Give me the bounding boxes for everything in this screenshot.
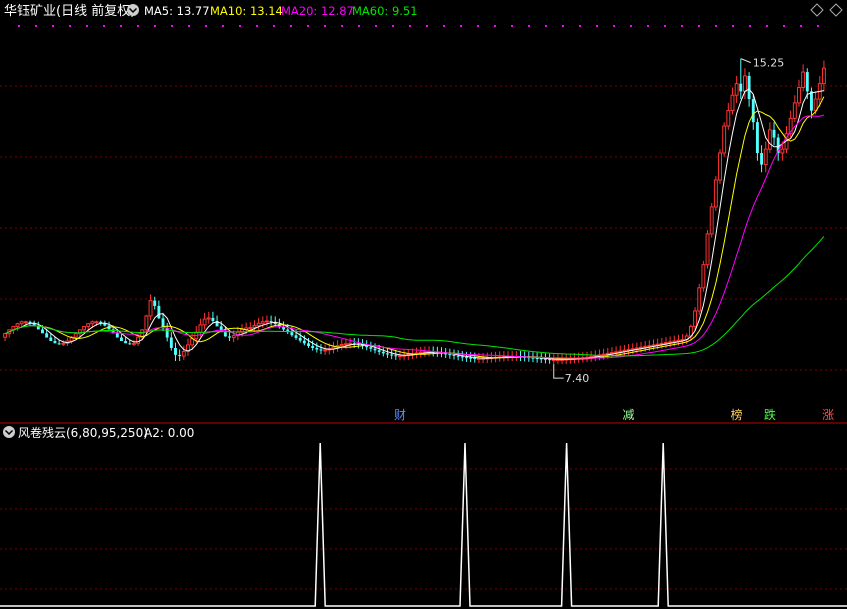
dot-marker	[273, 25, 275, 27]
dot-marker	[511, 25, 513, 27]
dot-marker	[375, 25, 377, 27]
event-marker[interactable]: 榜	[731, 407, 743, 422]
dot-marker	[681, 25, 683, 27]
dot-marker	[766, 25, 768, 27]
event-marker[interactable]: 减	[623, 408, 635, 422]
event-marker-label: 减	[623, 408, 635, 422]
ma10-label: MA10: 13.14	[210, 4, 283, 18]
dot-marker	[664, 25, 666, 27]
dot-marker	[698, 25, 700, 27]
dot-marker	[222, 25, 224, 27]
low-price-label: 7.40	[565, 372, 590, 385]
dot-marker	[69, 25, 71, 27]
dot-marker	[205, 25, 207, 27]
dot-marker	[596, 25, 598, 27]
dot-marker	[35, 25, 37, 27]
dot-marker	[749, 25, 751, 27]
event-marker-label: 跌	[764, 407, 776, 422]
dot-marker	[579, 25, 581, 27]
ma5-label: MA5: 13.77	[144, 4, 210, 18]
candle	[718, 149, 722, 184]
candle	[713, 176, 718, 211]
ma20-label: MA20: 12.87	[281, 4, 354, 18]
event-marker[interactable]: 涨	[822, 407, 834, 422]
dot-marker	[494, 25, 496, 27]
dot-marker	[171, 25, 173, 27]
dot-marker	[647, 25, 649, 27]
dot-marker	[426, 25, 428, 27]
dot-marker	[562, 25, 564, 27]
dot-marker	[239, 25, 241, 27]
dot-marker	[307, 25, 309, 27]
candle	[705, 230, 710, 269]
dot-marker	[103, 25, 105, 27]
chevron-down-icon[interactable]	[3, 426, 15, 438]
dot-marker	[358, 25, 360, 27]
dot-marker	[324, 25, 326, 27]
dot-marker	[477, 25, 479, 27]
event-marker-label: 涨	[822, 407, 834, 422]
event-marker-label: 财	[394, 408, 406, 422]
high-price-label: 15.25	[753, 57, 785, 70]
chevron-down-icon[interactable]	[127, 4, 139, 16]
indicator-title: 风卷残云(6,80,95,250)	[18, 425, 148, 440]
dot-marker	[732, 25, 734, 27]
indicator-a2: A2: 0.00	[144, 426, 194, 440]
indicator-header: 风卷残云(6,80,95,250) A2: 0.00	[3, 425, 194, 440]
dot-marker	[545, 25, 547, 27]
candle	[709, 203, 714, 238]
event-marker[interactable]: 跌	[764, 407, 776, 422]
dot-marker	[86, 25, 88, 27]
dot-marker	[290, 25, 292, 27]
dot-marker	[613, 25, 615, 27]
dot-marker	[443, 25, 445, 27]
ma60-label: MA60: 9.51	[352, 4, 418, 18]
dot-marker	[256, 25, 258, 27]
dot-marker	[120, 25, 122, 27]
dot-marker	[341, 25, 343, 27]
dot-marker	[52, 25, 54, 27]
dot-marker	[630, 25, 632, 27]
candle	[722, 122, 727, 157]
dot-marker	[409, 25, 411, 27]
dot-marker	[188, 25, 190, 27]
dot-marker	[715, 25, 717, 27]
dot-marker	[528, 25, 530, 27]
event-marker-label: 榜	[731, 407, 743, 422]
candle	[697, 284, 702, 315]
event-marker[interactable]: 财	[394, 408, 406, 422]
stock-title: 华钰矿业(日线 前复权)	[4, 3, 135, 19]
dot-marker	[800, 25, 802, 27]
dot-marker	[18, 25, 20, 27]
dot-marker	[817, 25, 819, 27]
candle	[701, 260, 706, 292]
dot-marker	[392, 25, 394, 27]
dot-marker	[460, 25, 462, 27]
dot-marker	[783, 25, 785, 27]
dot-marker	[154, 25, 156, 27]
stock-chart[interactable]: 华钰矿业(日线 前复权) MA5: 13.77 MA10: 13.14 MA20…	[0, 0, 847, 609]
dot-marker	[137, 25, 139, 27]
